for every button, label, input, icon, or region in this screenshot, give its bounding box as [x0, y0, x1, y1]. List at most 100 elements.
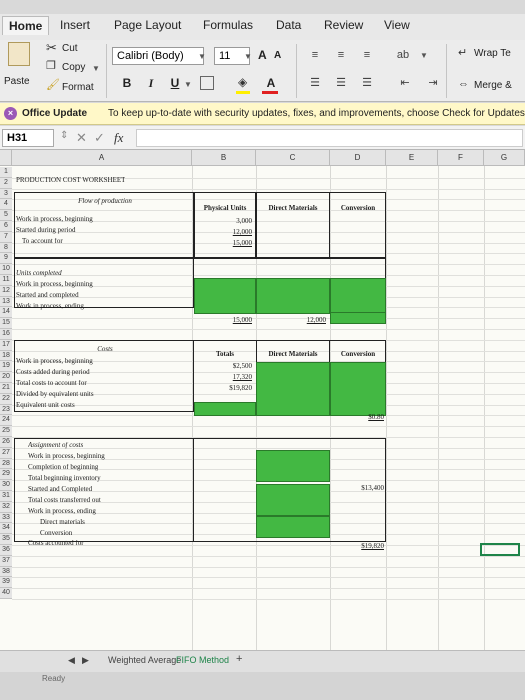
- formula-input[interactable]: [136, 129, 523, 147]
- input-cell-green[interactable]: [330, 312, 386, 324]
- name-box-stepper-icon[interactable]: ⇕: [60, 130, 68, 141]
- row-header[interactable]: 29: [0, 469, 12, 481]
- column-header-g[interactable]: G: [484, 150, 525, 166]
- row-header[interactable]: 27: [0, 447, 12, 459]
- tab-view[interactable]: View: [384, 18, 410, 32]
- wrap-text-button[interactable]: Wrap Te: [474, 48, 511, 59]
- paste-button[interactable]: Paste: [4, 76, 30, 87]
- row-header[interactable]: 23: [0, 404, 12, 416]
- scroll-tabs-right-icon[interactable]: ▶: [82, 655, 89, 666]
- copy-button[interactable]: Copy: [62, 62, 85, 73]
- shrink-font-button[interactable]: A: [274, 50, 281, 61]
- orientation-icon[interactable]: ab: [394, 48, 412, 62]
- row-header[interactable]: 26: [0, 437, 12, 448]
- row-header[interactable]: 20: [0, 372, 12, 383]
- row-header[interactable]: 4: [0, 199, 12, 211]
- select-all-corner[interactable]: [0, 150, 12, 166]
- merge-icon[interactable]: ⇔: [458, 78, 469, 90]
- input-cell-green[interactable]: [330, 278, 386, 314]
- row-header[interactable]: 11: [0, 275, 12, 286]
- insert-function-button[interactable]: fx: [114, 130, 123, 146]
- underline-button[interactable]: U: [166, 74, 184, 92]
- tab-formulas[interactable]: Formulas: [203, 18, 253, 32]
- fill-color-icon[interactable]: ◈: [238, 75, 247, 89]
- format-painter-button[interactable]: Format: [62, 82, 94, 93]
- worksheet-grid[interactable]: A B C D E F G 1 2 3 4 5 6 7 8 9 10 11 12 13 14 15 16 17 1…: [0, 150, 525, 650]
- column-header-d[interactable]: D: [330, 150, 386, 166]
- italic-button[interactable]: I: [142, 74, 160, 92]
- row-header[interactable]: 3: [0, 188, 12, 200]
- merge-button[interactable]: Merge &: [474, 80, 512, 91]
- row-header[interactable]: 18: [0, 350, 12, 362]
- copy-dropdown-icon[interactable]: ▼: [92, 64, 100, 73]
- close-icon[interactable]: ×: [4, 107, 17, 120]
- row-header[interactable]: 33: [0, 512, 12, 524]
- column-header-e[interactable]: E: [386, 150, 438, 166]
- sheet-tab-weighted-average[interactable]: Weighted Average: [108, 655, 181, 665]
- tab-insert[interactable]: Insert: [60, 18, 90, 32]
- font-name-select[interactable]: Calibri (Body): [112, 47, 204, 65]
- align-center-icon[interactable]: ☰: [332, 76, 350, 90]
- column-header-f[interactable]: F: [438, 150, 484, 166]
- scroll-tabs-left-icon[interactable]: ◀: [68, 655, 75, 666]
- format-painter-icon[interactable]: 🖌: [46, 78, 60, 91]
- name-box[interactable]: H31: [2, 129, 54, 147]
- row-header[interactable]: 19: [0, 361, 12, 373]
- row-header[interactable]: 37: [0, 555, 12, 567]
- add-sheet-button[interactable]: +: [236, 653, 242, 665]
- input-cell-green[interactable]: [256, 362, 330, 416]
- grow-font-button[interactable]: A: [258, 48, 267, 62]
- wrap-text-icon[interactable]: ↵: [458, 46, 467, 59]
- row-header[interactable]: 35: [0, 534, 12, 545]
- tab-page-layout[interactable]: Page Layout: [114, 18, 181, 32]
- row-header[interactable]: 16: [0, 329, 12, 340]
- row-header[interactable]: 8: [0, 242, 12, 254]
- row-header[interactable]: 17: [0, 339, 12, 351]
- input-cell-green[interactable]: [256, 278, 330, 314]
- input-cell-green[interactable]: [194, 278, 256, 314]
- enter-icon[interactable]: ✓: [94, 130, 105, 146]
- row-header[interactable]: 22: [0, 393, 12, 405]
- column-header-b[interactable]: B: [192, 150, 256, 166]
- increase-indent-icon[interactable]: ⇥: [424, 76, 442, 90]
- row-header[interactable]: 12: [0, 285, 12, 297]
- column-header-a[interactable]: A: [12, 150, 192, 166]
- row-header[interactable]: 2: [0, 177, 12, 189]
- row-header[interactable]: 38: [0, 566, 12, 578]
- cut-button[interactable]: Cut: [62, 43, 78, 54]
- row-header[interactable]: 6: [0, 221, 12, 232]
- row-header[interactable]: 21: [0, 383, 12, 394]
- align-middle-icon[interactable]: ≡: [332, 48, 350, 62]
- scissors-icon[interactable]: ✂: [46, 40, 57, 56]
- input-cell-green[interactable]: [330, 362, 386, 416]
- row-header[interactable]: 9: [0, 253, 12, 265]
- align-top-icon[interactable]: ≡: [306, 48, 324, 62]
- row-header[interactable]: 28: [0, 458, 12, 470]
- copy-icon[interactable]: ❐: [46, 59, 56, 72]
- align-right-icon[interactable]: ☰: [358, 76, 376, 90]
- chevron-down-icon[interactable]: ▼: [198, 52, 206, 61]
- tab-review[interactable]: Review: [324, 18, 363, 32]
- selected-cell-h31[interactable]: [480, 543, 520, 556]
- borders-icon[interactable]: [200, 76, 214, 90]
- bold-button[interactable]: B: [118, 74, 136, 92]
- sheet-tab-fifo-method[interactable]: FIFO Method: [176, 655, 229, 665]
- align-bottom-icon[interactable]: ≡: [358, 48, 376, 62]
- row-header[interactable]: 14: [0, 307, 12, 319]
- row-header[interactable]: 34: [0, 523, 12, 535]
- row-header[interactable]: 1: [0, 167, 12, 178]
- input-cell-green[interactable]: [194, 402, 256, 416]
- align-left-icon[interactable]: ☰: [306, 76, 324, 90]
- chevron-down-icon[interactable]: ▼: [420, 51, 428, 60]
- row-header[interactable]: 36: [0, 545, 12, 556]
- row-header[interactable]: 7: [0, 231, 12, 243]
- chevron-down-icon[interactable]: ▼: [244, 52, 252, 61]
- row-header[interactable]: 15: [0, 318, 12, 329]
- decrease-indent-icon[interactable]: ⇤: [396, 76, 414, 90]
- input-cell-green[interactable]: [256, 484, 330, 516]
- font-color-button[interactable]: A: [262, 74, 280, 92]
- row-header[interactable]: 5: [0, 210, 12, 221]
- tab-data[interactable]: Data: [276, 18, 301, 32]
- paste-icon[interactable]: [8, 42, 30, 66]
- input-cell-green[interactable]: [256, 450, 330, 482]
